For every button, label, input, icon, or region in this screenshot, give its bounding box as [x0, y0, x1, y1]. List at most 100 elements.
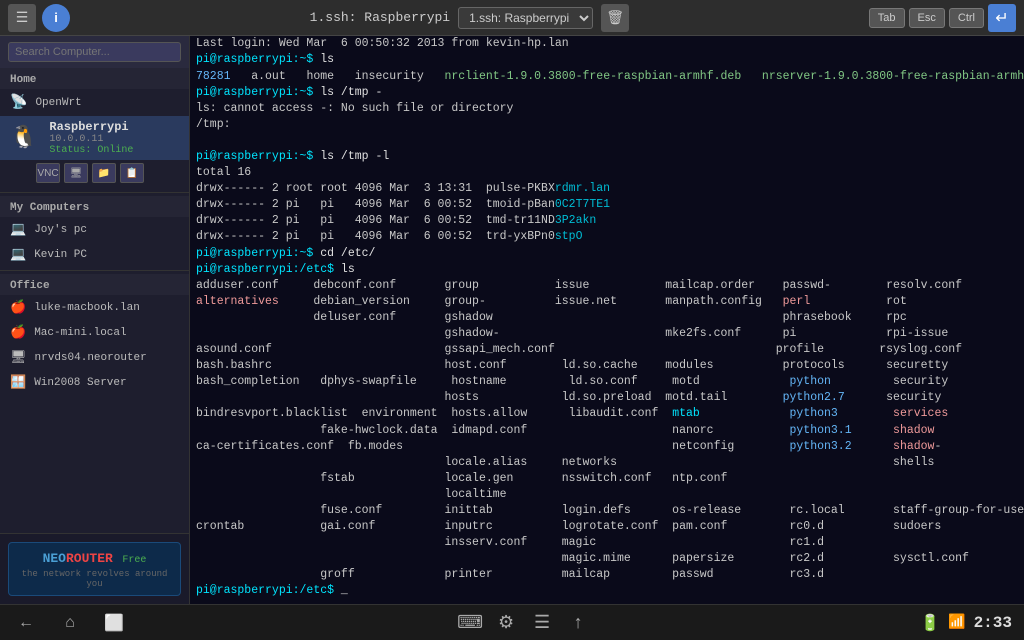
- session-dropdown[interactable]: 1.ssh: Raspberrypi: [458, 7, 593, 29]
- wifi-icon: 📶: [948, 614, 965, 631]
- terminal-line: ls: cannot access -: No such file or dir…: [196, 101, 1018, 117]
- keyboard-icon-button[interactable]: ⌨: [456, 609, 484, 637]
- terminal-line: fstab locale.gen nsswitch.conf ntp.conf: [196, 471, 1018, 487]
- menu-button[interactable]: ☰: [8, 4, 36, 32]
- sidebar-item-nrvds04[interactable]: 🖥 nrvds04.neorouter: [0, 345, 189, 370]
- linux-icon: 🐧: [10, 125, 37, 151]
- terminal-line: fuse.conf inittab login.defs os-release …: [196, 503, 1018, 519]
- kevin-pc-label: Kevin PC: [34, 249, 87, 261]
- joys-pc-label: Joy's pc: [34, 224, 87, 236]
- terminal-line: drwx------ 2 pi pi 4096 Mar 6 00:52 trd-…: [196, 229, 1018, 245]
- terminal-line: [196, 133, 1018, 149]
- settings-icon-button[interactable]: ⚙: [492, 609, 520, 637]
- share-button[interactable]: 📋: [120, 163, 144, 183]
- recent-nav-button[interactable]: ⬜: [100, 609, 128, 637]
- computer-icon-kevin: 💻: [10, 247, 26, 262]
- home-nav-button[interactable]: ⌂: [56, 609, 84, 637]
- my-computers-header: My Computers: [0, 196, 189, 217]
- tab-key-button[interactable]: Tab: [869, 8, 905, 28]
- terminal-line: 78281 a.out home insecurity nrclient-1.9…: [196, 69, 1018, 85]
- close-session-button[interactable]: 🗑: [601, 4, 629, 32]
- home-section-header: Home: [0, 68, 189, 89]
- session-title-text: 1.ssh: Raspberrypi: [310, 10, 450, 25]
- bottom-bar: ← ⌂ ⬜ ⌨ ⚙ ☰ ↑ 🔋 📶 2:33: [0, 604, 1024, 640]
- terminal-line: bash_completion dphys-swapfile hostname …: [196, 374, 1018, 390]
- ctrl-key-button[interactable]: Ctrl: [949, 8, 984, 28]
- terminal-line: pi@raspberrypi:~$ ls: [196, 52, 1018, 68]
- luke-macbook-label: luke-macbook.lan: [34, 302, 140, 314]
- terminal-line: drwx------ 2 pi pi 4096 Mar 6 00:52 tmoi…: [196, 197, 1018, 213]
- search-input[interactable]: [8, 42, 181, 62]
- info-button[interactable]: i: [42, 4, 70, 32]
- bottom-right-status: 🔋 📶 2:33: [920, 613, 1012, 633]
- tab-title: 1.ssh: Raspberrypi 1.ssh: Raspberrypi 🗑: [78, 4, 861, 32]
- terminal-line: pi@raspberrypi:/etc$ _: [196, 583, 1018, 599]
- terminal-line: asound.conf gssapi_mech.conf profile rsy…: [196, 342, 1018, 358]
- sidebar-item-mac-mini[interactable]: 🍎 Mac-mini.local: [0, 320, 189, 345]
- back-nav-button[interactable]: ←: [12, 609, 40, 637]
- logo-free: Free: [122, 555, 146, 566]
- terminal-line: alternatives debian_version group- issue…: [196, 294, 1018, 310]
- terminal-line: pi@raspberrypi:/etc$ ls: [196, 262, 1018, 278]
- terminal-line: locale.alias networks shells: [196, 455, 1018, 471]
- terminal-area[interactable]: the exact distribution terms for each pr…: [190, 36, 1024, 604]
- sidebar-item-openwrt[interactable]: 📡 OpenWrt: [0, 89, 189, 116]
- sidebar-item-kevin-pc[interactable]: 💻 Kevin PC: [0, 242, 189, 267]
- sidebar-item-joys-pc[interactable]: 💻 Joy's pc: [0, 217, 189, 242]
- divider-2: [0, 270, 189, 271]
- terminal-line: hosts ld.so.preload motd.tail python2.7 …: [196, 390, 1018, 406]
- raspberrypi-info: Raspberrypi 10.0.0.11 Status: Online: [49, 120, 133, 156]
- time-display: 2:33: [974, 614, 1012, 632]
- top-bar-left: ☰ i: [0, 4, 78, 32]
- back-arrow-button[interactable]: ↵: [988, 4, 1016, 32]
- terminal-line: pi@raspberrypi:~$ ls /tmp -l: [196, 149, 1018, 165]
- raspberrypi-name: Raspberrypi: [49, 120, 133, 134]
- terminal-line: fake-hwclock.data idmapd.conf nanorc pyt…: [196, 423, 1018, 439]
- logo-neo: NEO: [43, 551, 66, 566]
- raspberrypi-status: Status: Online: [49, 145, 133, 156]
- bottom-nav-left: ← ⌂ ⬜: [12, 609, 128, 637]
- terminal-line: drwx------ 2 root root 4096 Mar 3 13:31 …: [196, 181, 1018, 197]
- computer-icon-mac-mini: 🍎: [10, 325, 26, 340]
- esc-key-button[interactable]: Esc: [909, 8, 945, 28]
- logo-text: NEOROUTER Free: [17, 549, 172, 567]
- terminal-line: crontab gai.conf inputrc logrotate.conf …: [196, 519, 1018, 535]
- rdp-button[interactable]: 🖥: [64, 163, 88, 183]
- terminal-line: /tmp:: [196, 117, 1018, 133]
- share-icon-button[interactable]: ↑: [564, 609, 592, 637]
- file-button[interactable]: 📁: [92, 163, 116, 183]
- terminal-line: drwx------ 2 pi pi 4096 Mar 6 00:52 tmd-…: [196, 213, 1018, 229]
- terminal-line: insserv.conf magic rc1.d: [196, 535, 1018, 551]
- terminal-line: bash.bashrc host.conf ld.so.cache module…: [196, 358, 1018, 374]
- terminal-line: groff printer mailcap passwd rc3.d: [196, 567, 1018, 583]
- mac-mini-label: Mac-mini.local: [34, 327, 126, 339]
- battery-icon: 🔋: [920, 613, 940, 633]
- main-content: Home 📡 OpenWrt 🐧 Raspberrypi 10.0.0.11 S…: [0, 36, 1024, 604]
- vnc-button[interactable]: VNC: [36, 163, 60, 183]
- divider-1: [0, 192, 189, 193]
- terminal-line: bindresvport.blacklist environment hosts…: [196, 406, 1018, 422]
- neorouter-logo: NEOROUTER Free the network revolves arou…: [0, 533, 189, 604]
- sidebar-item-luke-macbook[interactable]: 🍎 luke-macbook.lan: [0, 295, 189, 320]
- computer-icon-joys: 💻: [10, 222, 26, 237]
- nrvds04-label: nrvds04.neorouter: [35, 352, 147, 364]
- terminal-line: deluser.conf gshadow phrasebook rpc: [196, 310, 1018, 326]
- openwrt-label: OpenWrt: [35, 97, 81, 109]
- logo-box: NEOROUTER Free the network revolves arou…: [8, 542, 181, 596]
- office-header: Office: [0, 274, 189, 295]
- sidebar-item-raspberrypi[interactable]: 🐧 Raspberrypi 10.0.0.11 Status: Online: [0, 116, 189, 160]
- raspberrypi-ip: 10.0.0.11: [49, 134, 133, 145]
- top-bar-right: Tab Esc Ctrl ↵: [861, 4, 1024, 32]
- terminal-line: adduser.conf debconf.conf group issue ma…: [196, 278, 1018, 294]
- sidebar: Home 📡 OpenWrt 🐧 Raspberrypi 10.0.0.11 S…: [0, 36, 190, 604]
- top-bar: ☰ i 1.ssh: Raspberrypi 1.ssh: Raspberryp…: [0, 0, 1024, 36]
- bottom-center-icons: ⌨ ⚙ ☰ ↑: [456, 609, 592, 637]
- menu-icon-button[interactable]: ☰: [528, 609, 556, 637]
- terminal-line: pi@raspberrypi:~$ cd /etc/: [196, 246, 1018, 262]
- raspberrypi-actions: VNC 🖥 📁 📋: [0, 160, 189, 189]
- sidebar-item-win2008[interactable]: 🪟 Win2008 Server: [0, 370, 189, 395]
- logo-router: ROUTER: [66, 551, 113, 566]
- terminal-line: Last login: Wed Mar 6 00:50:32 2013 from…: [196, 36, 1018, 52]
- terminal-line: gshadow- mke2fs.conf pi rpi-issue: [196, 326, 1018, 342]
- computer-icon-win2008: 🪟: [10, 375, 26, 390]
